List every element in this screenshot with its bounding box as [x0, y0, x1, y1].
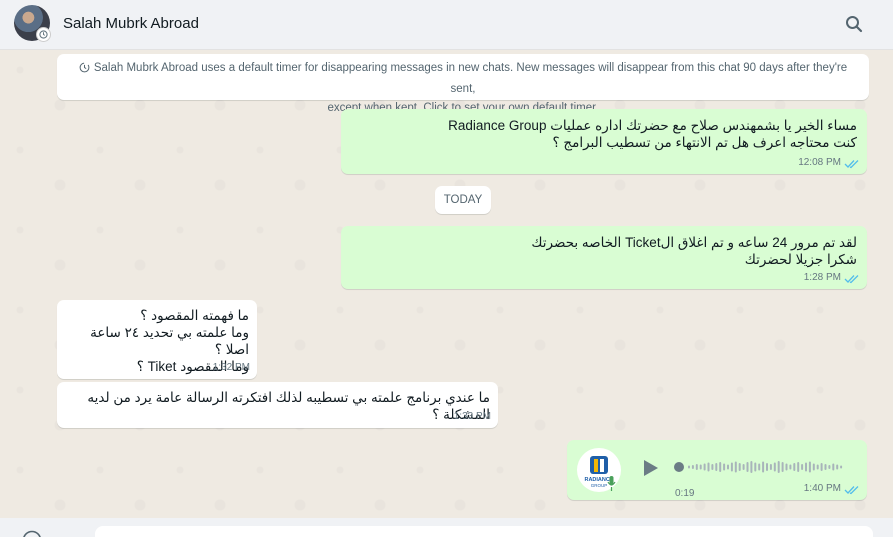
message-text-line: وما علمته بي تحديد ٢٤ ساعة اصلا ؟: [90, 325, 249, 357]
waveform-bar: [762, 461, 765, 473]
waveform-bar: [820, 463, 823, 471]
waveform-bar: [715, 463, 718, 471]
waveform-bar: [691, 465, 694, 469]
message-bubble-incoming[interactable]: ما عندي برنامج علمته بي تسطيبه لذلك افتك…: [57, 382, 498, 428]
message-meta: 1:32 PM: [213, 359, 250, 376]
message-text-line: كنت محتاجه اعرف هل تم الانتهاء من تسطيب …: [552, 135, 858, 150]
message-time: 1:28 PM: [803, 272, 841, 283]
waveform-bar: [836, 464, 839, 470]
timer-icon: [79, 61, 90, 80]
message-text-line: مساء الخير يا بشمهندس صلاح مع حضرتك ادار…: [448, 118, 857, 133]
read-ticks-icon: [844, 158, 860, 168]
disappearing-timer-badge-icon: [36, 27, 51, 42]
message-time: 1:40 PM: [803, 483, 841, 494]
voice-waveform[interactable]: [673, 457, 848, 477]
waveform-bar: [808, 461, 811, 473]
waveform-bar: [703, 463, 706, 471]
waveform-bar: [789, 464, 792, 470]
waveform-bar: [754, 462, 757, 472]
waveform-bar: [734, 461, 737, 473]
waveform-bar: [719, 462, 722, 472]
read-ticks-icon: [844, 484, 860, 494]
emoji-icon[interactable]: [22, 530, 42, 537]
message-time: 12:08 PM: [798, 157, 841, 168]
waveform-bar: [742, 464, 745, 470]
microphone-icon: [607, 476, 616, 496]
message-input[interactable]: [95, 526, 873, 537]
waveform-bar: [824, 464, 827, 470]
waveform-bar: [711, 464, 714, 470]
waveform-bar: [723, 463, 726, 471]
waveform-position-dot: [674, 462, 684, 472]
waveform-bar: [769, 464, 772, 470]
message-meta: 1:40 PM: [804, 480, 860, 497]
waveform-bar: [785, 463, 788, 471]
waveform-bar: [727, 464, 729, 470]
waveform-bar: [793, 463, 796, 471]
contact-name[interactable]: Salah Mubrk Abroad: [63, 15, 199, 32]
waveform-bar: [812, 463, 815, 471]
waveform-bar: [773, 462, 776, 472]
message-list[interactable]: Salah Mubrk Abroad uses a default timer …: [0, 50, 893, 518]
message-meta: 1:33 PM: [454, 408, 491, 425]
search-icon[interactable]: [843, 13, 865, 35]
waveform-bar: [758, 463, 761, 471]
play-icon[interactable]: [640, 458, 660, 482]
waveform-bar: [840, 465, 843, 469]
message-text-line: شكرا جزيلا لحضرتك: [744, 252, 857, 267]
message-text-line: لقد تم مرور 24 ساعه و تم اغلاق الTicket …: [531, 235, 857, 250]
chat-header: Salah Mubrk Abroad: [0, 0, 893, 50]
waveform-bar: [688, 465, 690, 469]
composer-bar: [0, 518, 893, 537]
waveform-bar: [781, 462, 784, 472]
waveform-bar: [828, 465, 831, 469]
disappearing-messages-notice[interactable]: Salah Mubrk Abroad uses a default timer …: [57, 54, 869, 114]
waveform-bar: [695, 464, 698, 470]
waveform-bar: [832, 463, 835, 471]
message-time: 1:32 PM: [212, 362, 250, 373]
waveform-bar: [777, 461, 780, 473]
waveform-bar: [766, 463, 768, 471]
waveform-bar: [730, 462, 733, 472]
waveform-bar: [801, 464, 804, 470]
waveform-bar: [707, 462, 710, 472]
message-meta: 12:08 PM: [798, 154, 860, 171]
waveform-bar: [750, 461, 753, 473]
svg-text:GROUP: GROUP: [591, 483, 608, 488]
message-meta: 1:28 PM: [804, 269, 860, 286]
message-bubble-outgoing[interactable]: مساء الخير يا بشمهندس صلاح مع حضرتك ادار…: [341, 109, 867, 174]
waveform-bar: [805, 462, 807, 472]
date-divider: TODAY: [435, 186, 491, 214]
message-time: 1:33 PM: [453, 411, 491, 422]
message-text-line: ما فهمته المقصود ؟: [140, 308, 249, 323]
waveform-bar: [816, 464, 819, 470]
waveform-bar: [746, 462, 749, 472]
waveform-bar: [699, 464, 702, 470]
read-ticks-icon: [844, 273, 860, 283]
message-text-line: ما عندي برنامج علمته بي تسطيبه لذلك افتك…: [87, 390, 490, 422]
message-bubble-incoming[interactable]: ما فهمته المقصود ؟ وما علمته بي تحديد ٢٤…: [57, 300, 257, 379]
waveform-bar: [738, 463, 741, 471]
voice-message-bubble[interactable]: RADIANCE GROUP 0:19 1:40 PM: [567, 440, 867, 500]
voice-duration: 0:19: [675, 488, 695, 499]
notice-text-line1: Salah Mubrk Abroad uses a default timer …: [93, 62, 848, 95]
message-bubble-outgoing[interactable]: لقد تم مرور 24 ساعه و تم اغلاق الTicket …: [341, 226, 867, 289]
waveform-bar: [797, 462, 800, 472]
